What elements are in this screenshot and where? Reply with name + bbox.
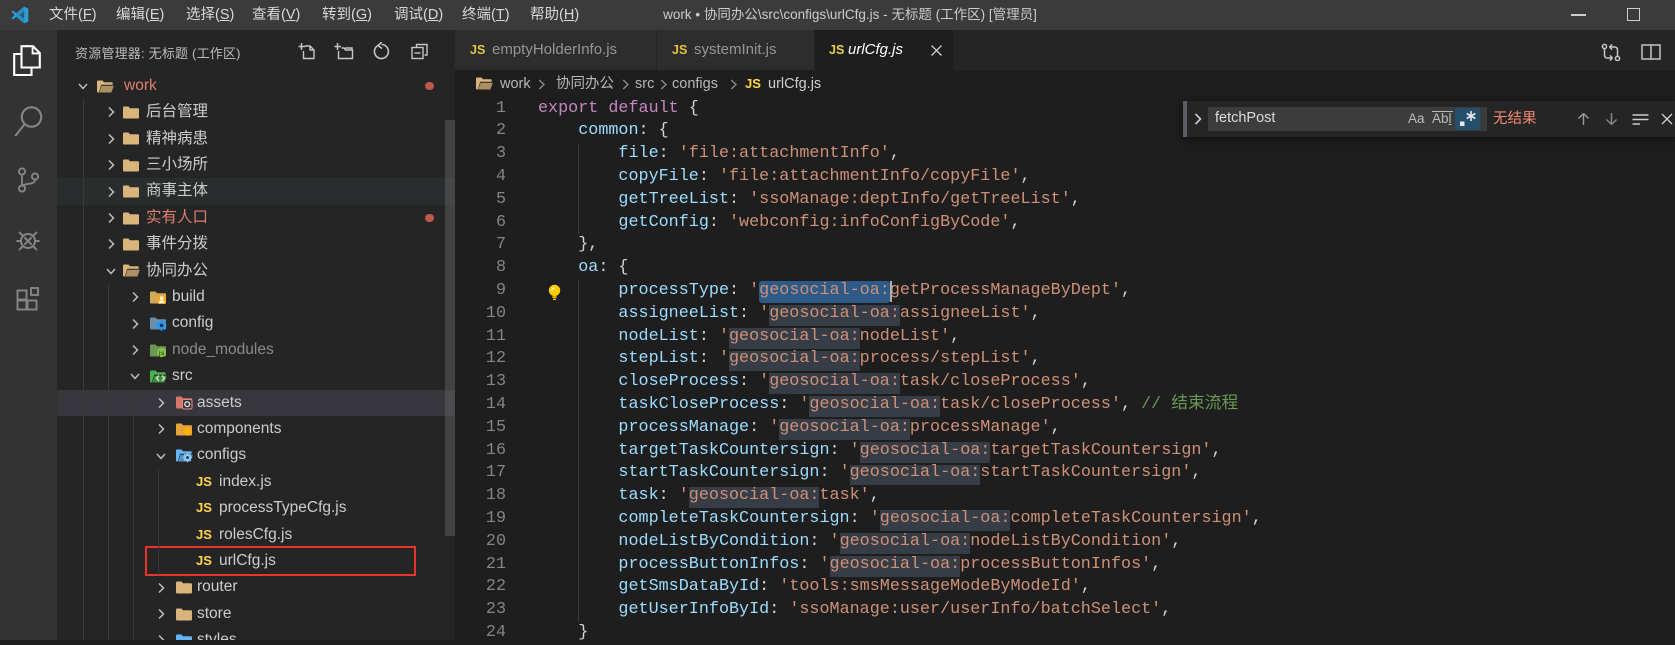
svg-text:js: js [158,350,165,357]
